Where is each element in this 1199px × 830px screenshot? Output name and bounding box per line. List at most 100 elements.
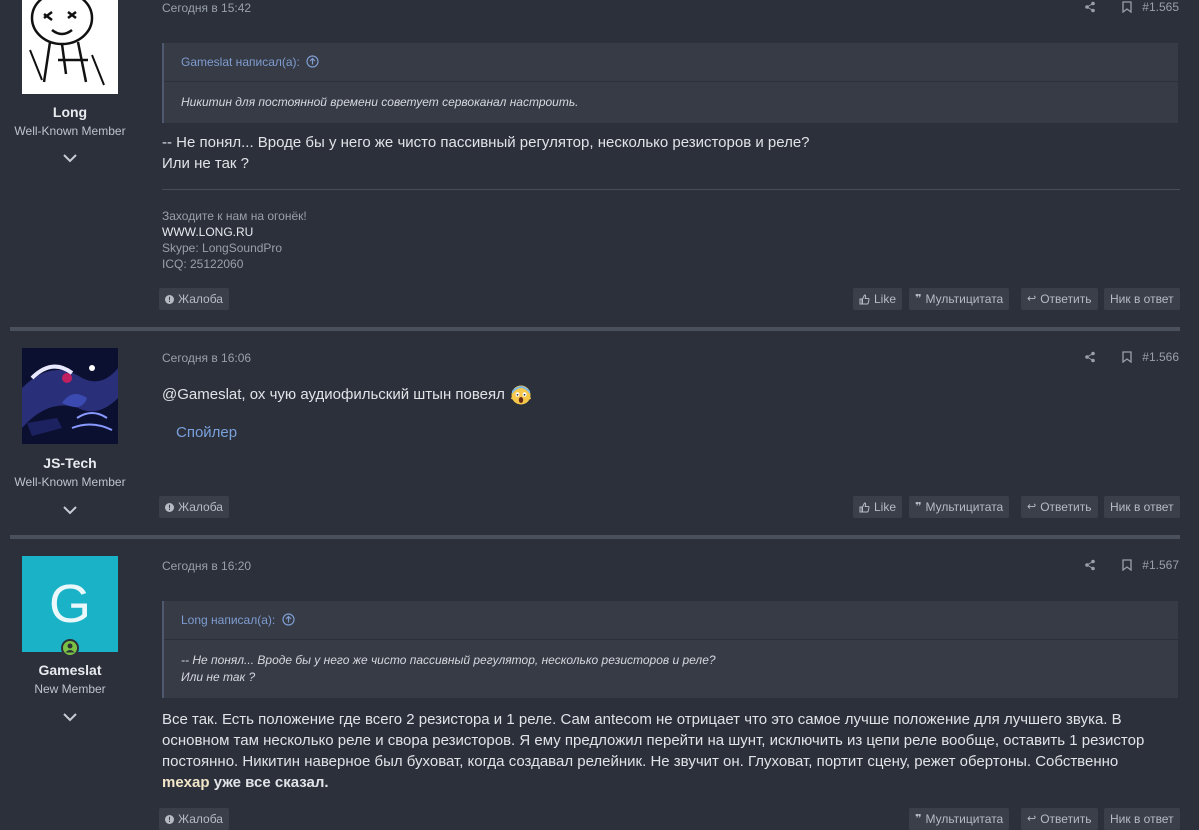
- signature-line: Заходите к нам на огонёк!: [162, 209, 307, 223]
- reply-button[interactable]: ↩ Ответить: [1021, 496, 1098, 518]
- post-number[interactable]: #1.565: [1142, 0, 1179, 14]
- quote-line: Или не так ?: [181, 670, 256, 684]
- post-body-line: основном там несколько реле и свора рези…: [162, 732, 1145, 749]
- multiquote-label: Мультицитата: [925, 500, 1004, 514]
- nick-label: Ник в ответ: [1110, 500, 1174, 514]
- arrow-up-circle-icon[interactable]: [281, 613, 295, 626]
- post-body-line: Все так. Есть положение где всего 2 рези…: [162, 711, 1122, 728]
- user-title: New Member: [34, 682, 106, 696]
- reply-button[interactable]: ↩ Ответить: [1021, 288, 1098, 310]
- signature-divider: [162, 189, 1180, 190]
- share-icon[interactable]: [1084, 559, 1096, 571]
- quote-text: Никитин для постоянной времени советует …: [181, 95, 579, 109]
- like-button[interactable]: Like: [853, 288, 903, 310]
- post-separator: [10, 327, 1180, 331]
- report-button[interactable]: Жалоба: [159, 808, 229, 830]
- quote-icon: ❞: [915, 501, 922, 513]
- multiquote-label: Мультицитата: [925, 812, 1004, 826]
- multiquote-label: Мультицитата: [925, 292, 1004, 306]
- quote-icon: ❞: [915, 293, 922, 305]
- scream-emoji-icon: [510, 385, 531, 404]
- post-body: @Gameslat , ох чую аудиофильский штын по…: [162, 384, 531, 405]
- post-body-text: , ох чую аудиофильский штын повеял: [241, 386, 505, 403]
- bookmark-icon[interactable]: [1122, 1, 1132, 13]
- post-number[interactable]: #1.566: [1142, 350, 1179, 364]
- avatar-letter: G: [48, 574, 91, 634]
- bookmark-icon[interactable]: [1122, 351, 1132, 363]
- post-date[interactable]: Сегодня в 16:20: [162, 559, 251, 573]
- post-body: Все так. Есть положение где всего 2 рези…: [162, 709, 1144, 793]
- report-button[interactable]: Жалоба: [159, 288, 229, 310]
- reply-label: Ответить: [1040, 500, 1092, 514]
- alert-icon: [165, 814, 174, 824]
- share-icon[interactable]: [1084, 351, 1096, 363]
- post-date[interactable]: Сегодня в 15:42: [162, 1, 251, 15]
- like-button[interactable]: Like: [853, 496, 903, 518]
- quote-icon: ❞: [915, 813, 922, 825]
- spoiler-toggle[interactable]: Спойлер: [176, 424, 237, 441]
- reply-button[interactable]: ↩ Ответить: [1021, 808, 1098, 830]
- alert-icon: [165, 502, 174, 512]
- multiquote-button[interactable]: ❞ Мультицитата: [909, 808, 1010, 830]
- chevron-down-icon[interactable]: [62, 153, 78, 163]
- reply-icon: ↩: [1027, 501, 1037, 513]
- username[interactable]: JS-Tech: [10, 455, 130, 471]
- quote-header[interactable]: Gameslat написал(а):: [164, 43, 1178, 82]
- quote-header[interactable]: Long написал(а):: [164, 601, 1178, 640]
- bookmark-icon[interactable]: [1122, 559, 1132, 571]
- reply-icon: ↩: [1027, 813, 1037, 825]
- username[interactable]: Long: [10, 104, 130, 120]
- user-title: Well-Known Member: [14, 124, 126, 138]
- multiquote-button[interactable]: ❞ Мультицитата: [909, 288, 1010, 310]
- report-button[interactable]: Жалоба: [159, 496, 229, 518]
- post-separator: [10, 535, 1180, 539]
- alert-icon: [165, 294, 174, 304]
- avatar-js-tech[interactable]: [22, 348, 118, 444]
- signature-line: Skype: LongSoundPro: [162, 241, 283, 255]
- post-body-line: постоянно. Никитин наверное был буховат,…: [162, 753, 1119, 770]
- quote-text: -- Не понял... Вроде бы у него же чисто …: [164, 640, 1178, 698]
- thumbs-up-icon: [859, 501, 870, 512]
- chevron-down-icon[interactable]: [62, 712, 78, 722]
- like-label: Like: [874, 500, 897, 514]
- post-tools: #1.566: [1084, 350, 1179, 364]
- nick-button[interactable]: Ник в ответ: [1104, 496, 1180, 518]
- report-label: Жалоба: [178, 500, 223, 514]
- chevron-down-icon[interactable]: [62, 505, 78, 515]
- signature-line: ICQ: 25122060: [162, 257, 244, 271]
- reply-label: Ответить: [1040, 812, 1092, 826]
- thumbs-up-icon: [859, 293, 870, 304]
- post-body: -- Не понял... Вроде бы у него же чисто …: [162, 132, 810, 174]
- quote-block: Gameslat написал(а): Никитин для постоян…: [162, 43, 1178, 123]
- like-label: Like: [874, 292, 897, 306]
- signature-link[interactable]: WWW.LONG.RU: [162, 224, 307, 240]
- avatar-gameslat[interactable]: G: [22, 556, 118, 652]
- reply-label: Ответить: [1040, 292, 1092, 306]
- user-mention[interactable]: @Gameslat: [162, 384, 241, 405]
- nick-button[interactable]: Ник в ответ: [1104, 808, 1180, 830]
- avatar-long[interactable]: [22, 0, 118, 94]
- online-status-icon: [61, 639, 79, 657]
- post-number[interactable]: #1.567: [1142, 558, 1179, 572]
- signature: Заходите к нам на огонёк! WWW.LONG.RU Sk…: [162, 208, 307, 272]
- post-body-line: mexap уже все сказал.: [162, 772, 1144, 793]
- arrow-up-circle-icon[interactable]: [306, 55, 319, 68]
- nick-button[interactable]: Ник в ответ: [1104, 288, 1180, 310]
- username[interactable]: Gameslat: [10, 662, 130, 678]
- post-date[interactable]: Сегодня в 16:06: [162, 351, 251, 365]
- bold-text: уже все сказал.: [209, 774, 329, 791]
- report-label: Жалоба: [178, 292, 223, 306]
- share-icon[interactable]: [1084, 1, 1096, 13]
- quote-line: -- Не понял... Вроде бы у него же чисто …: [181, 653, 716, 667]
- reply-icon: ↩: [1027, 293, 1037, 305]
- post-tools: #1.565: [1084, 0, 1179, 14]
- quote-author[interactable]: Gameslat написал(а):: [181, 55, 300, 69]
- post-body-line: Или не так ?: [162, 155, 249, 172]
- nick-label: Ник в ответ: [1110, 292, 1174, 306]
- multiquote-button[interactable]: ❞ Мультицитата: [909, 496, 1010, 518]
- post-tools: #1.567: [1084, 558, 1179, 572]
- nick-label: Ник в ответ: [1110, 812, 1174, 826]
- quote-block: Long написал(а): -- Не понял... Вроде бы…: [162, 601, 1178, 698]
- quote-author[interactable]: Long написал(а):: [181, 613, 275, 627]
- report-label: Жалоба: [178, 812, 223, 826]
